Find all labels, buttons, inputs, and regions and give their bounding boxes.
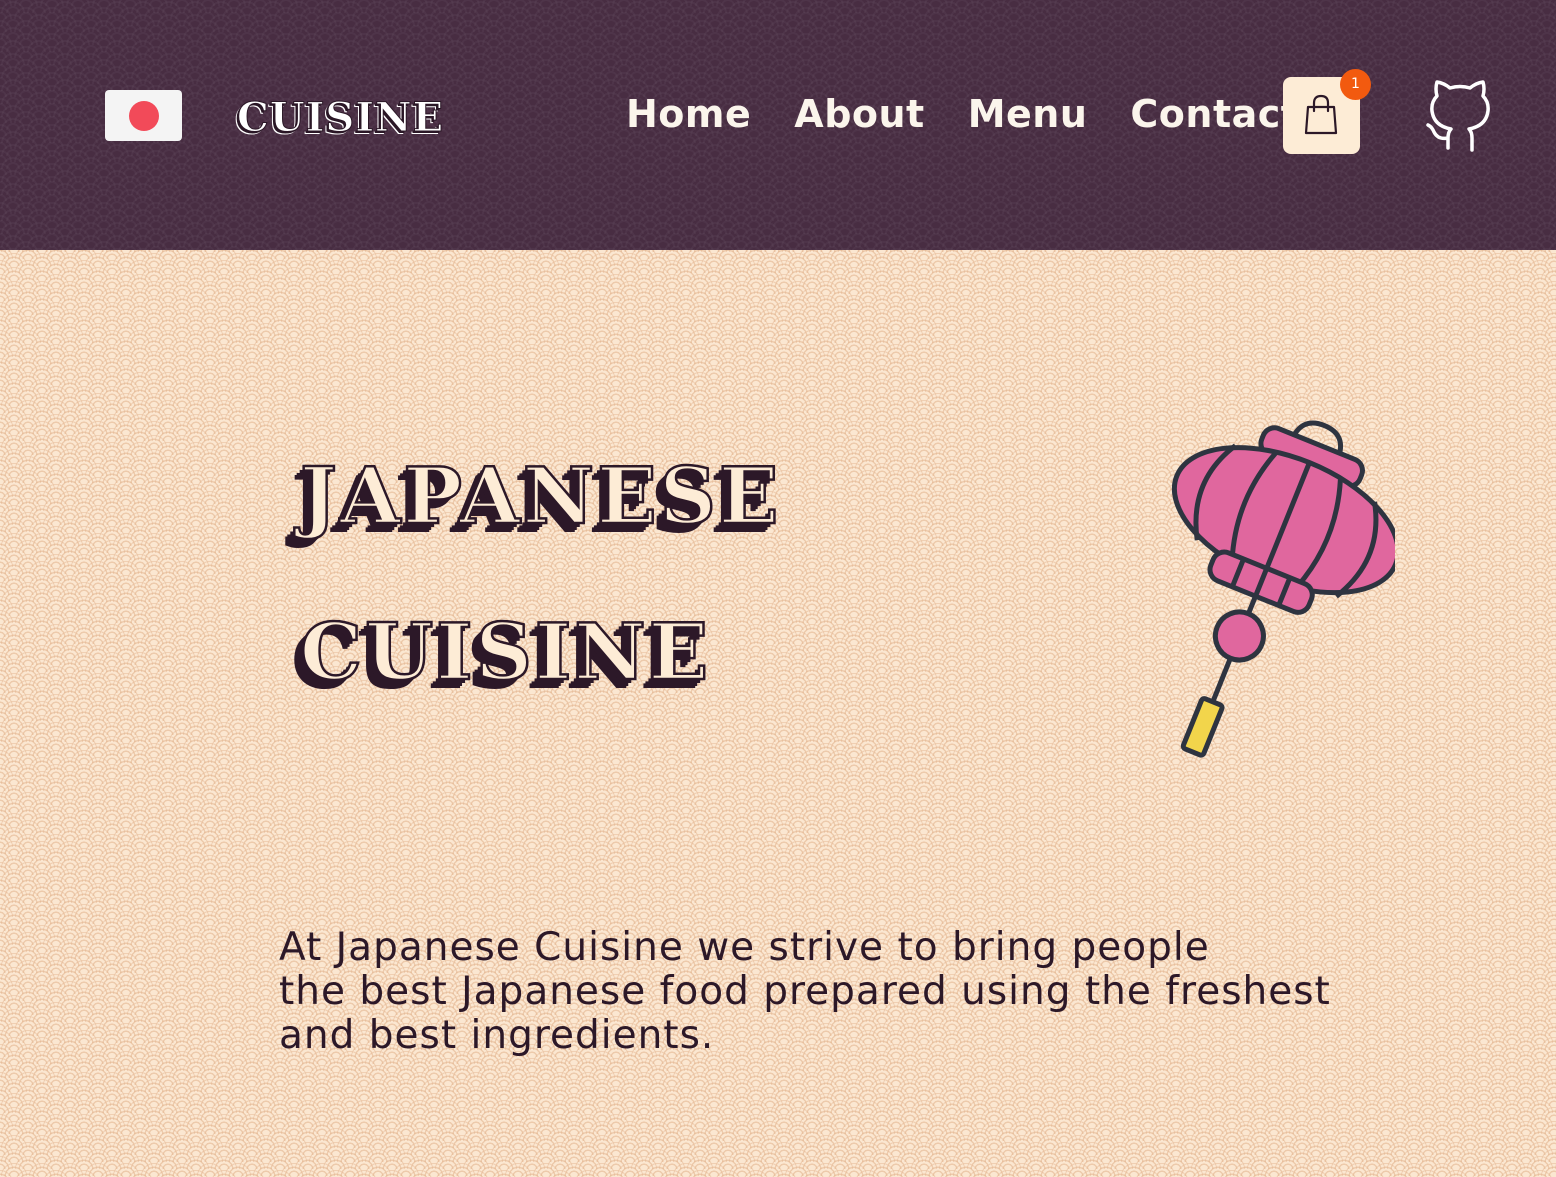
cart-count-badge: 1 <box>1340 69 1371 100</box>
github-link[interactable] <box>1424 78 1496 156</box>
github-icon <box>1426 80 1490 152</box>
main-nav: Home About Menu Contact <box>626 90 1299 138</box>
nav-about-link[interactable]: About <box>794 90 924 138</box>
hero-tagline: At Japanese Cuisine we strive to bring p… <box>279 925 1331 1058</box>
site-logo[interactable]: CUISINE <box>236 94 444 142</box>
nav-menu-link[interactable]: Menu <box>968 90 1088 138</box>
flag-red-sun <box>128 100 159 131</box>
site-header: CUISINE Home About Menu Contact 1 <box>0 0 1556 250</box>
hero-title-line2: CUISINE <box>299 606 712 699</box>
hero-title-line1: JAPANESE <box>299 450 782 543</box>
shopping-bag-icon <box>1304 94 1338 135</box>
japan-flag-icon[interactable] <box>105 90 182 141</box>
nav-home-link[interactable]: Home <box>626 90 751 138</box>
paper-lantern-icon <box>1171 420 1395 758</box>
nav-contact-link[interactable]: Contact <box>1130 90 1299 138</box>
